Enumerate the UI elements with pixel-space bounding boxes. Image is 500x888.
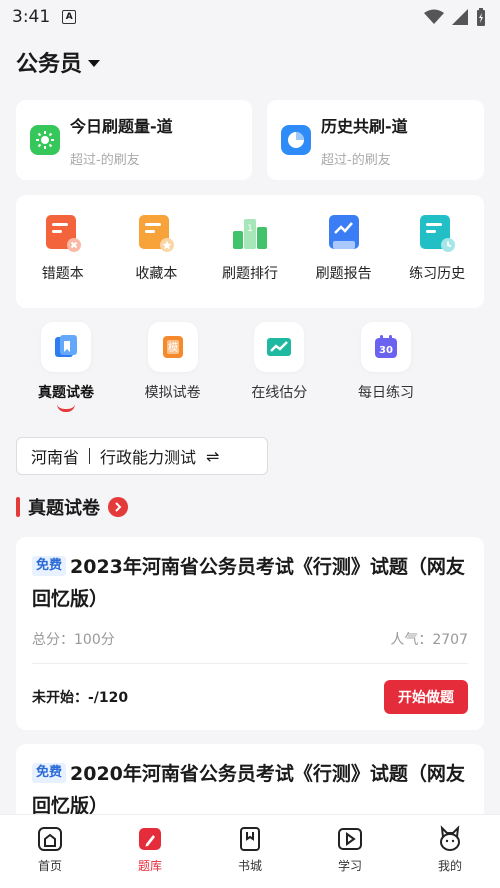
notification-a-icon: A	[62, 10, 77, 24]
active-indicator	[57, 404, 75, 412]
tab-score-estimate[interactable]: 在线估分	[229, 322, 329, 412]
svg-text:模: 模	[168, 342, 178, 354]
ranking-icon: 1	[232, 219, 267, 249]
tab-mock-exam[interactable]: 模 模拟试卷	[123, 322, 223, 412]
daily-practice-icon: 30	[360, 322, 411, 372]
progress-text: 未开始：-/120	[32, 690, 129, 706]
status-time: 3:41	[12, 7, 51, 27]
daily-badge: 30	[379, 345, 393, 356]
start-practice-button[interactable]: 开始做题	[384, 680, 468, 714]
real-exam-icon	[41, 322, 91, 372]
paper-title-text: 2020年河南省公务员考试《行测》试题（网友回忆版）	[32, 763, 465, 817]
sun-icon	[30, 125, 60, 155]
tab-real-exam[interactable]: 真题试卷	[16, 322, 116, 412]
popularity: 人气：2707	[390, 632, 468, 648]
battery-icon	[477, 8, 485, 26]
exam-type-selector[interactable]: 公务员	[16, 46, 101, 78]
tool-label: 练习历史	[409, 266, 466, 282]
today-stat-title: 今日刷题量-道	[70, 116, 173, 136]
divider	[89, 448, 91, 464]
history-stat-sub: 超过-的刷友	[321, 152, 391, 168]
tool-report[interactable]: 刷题报告	[299, 213, 389, 283]
free-tag: 免费	[32, 762, 67, 783]
history-icon	[420, 215, 456, 252]
region-subject-selector[interactable]: 河南省 行政能力测试 ⇌	[16, 437, 268, 475]
tab-label: 首页	[37, 859, 62, 873]
tab-label: 书城	[237, 859, 262, 873]
tool-label: 错题本	[41, 266, 84, 282]
tab-profile[interactable]: 我的	[410, 825, 490, 888]
cat-label: 在线估分	[251, 385, 308, 401]
chevron-right-icon	[108, 497, 128, 517]
favorite-book-icon	[139, 215, 175, 252]
today-stat-card[interactable]: 今日刷题量-道 超过-的刷友	[16, 100, 252, 180]
swap-icon: ⇌	[206, 446, 220, 466]
tool-ranking[interactable]: 1 刷题排行	[205, 213, 295, 283]
tab-label: 学习	[337, 859, 362, 873]
mock-exam-icon: 模	[147, 322, 198, 372]
status-bar: 3:41 A	[0, 0, 500, 34]
history-stat-title: 历史共刷-道	[321, 116, 408, 136]
page-title: 公务员	[16, 52, 83, 77]
caret-down-icon	[88, 59, 101, 67]
question-bank-icon	[139, 828, 161, 850]
wifi-icon	[424, 9, 444, 24]
province-label: 河南省	[31, 448, 80, 467]
today-stat-sub: 超过-的刷友	[70, 152, 140, 168]
svg-text:1: 1	[247, 224, 253, 234]
total-score: 总分：100分	[32, 632, 115, 648]
tool-label: 刷题排行	[221, 266, 278, 282]
signal-icon	[452, 9, 468, 25]
section-header[interactable]: 真题试卷	[16, 494, 128, 520]
tool-label: 刷题报告	[315, 266, 372, 282]
cat-label: 模拟试卷	[144, 385, 201, 401]
paper-footer: 未开始：-/120 开始做题	[32, 680, 468, 714]
tab-label: 题库	[137, 859, 162, 873]
section-title: 真题试卷	[28, 498, 100, 519]
paper-title-text: 2023年河南省公务员考试《行测》试题（网友回忆版）	[32, 556, 465, 610]
score-estimate-icon	[254, 322, 305, 372]
bottom-tab-bar: 首页 题库 书城 学习 我的	[0, 814, 500, 888]
tab-daily-practice[interactable]: 30 每日练习	[336, 322, 436, 412]
tool-history[interactable]: 练习历史	[392, 213, 482, 283]
tool-favorite-book[interactable]: 收藏本	[111, 213, 201, 283]
tab-question-bank[interactable]: 题库	[110, 825, 190, 888]
cat-label: 每日练习	[357, 385, 414, 401]
tool-label: 收藏本	[135, 266, 178, 282]
bookstore-icon	[240, 827, 260, 851]
paper-card[interactable]: 免费 2023年河南省公务员考试《行测》试题（网友回忆版） 总分：100分 人气：…	[16, 537, 484, 730]
wrong-book-icon	[45, 215, 81, 252]
subject-label: 行政能力测试	[100, 448, 197, 467]
history-stat-card[interactable]: 历史共刷-道 超过-的刷友	[267, 100, 484, 180]
profile-rabbit-icon	[440, 825, 460, 851]
study-play-icon	[338, 828, 362, 850]
tab-home[interactable]: 首页	[10, 825, 90, 888]
status-icons	[424, 8, 486, 26]
tools-card: 错题本 收藏本 1 刷题排行 刷题报告 练习历史	[16, 195, 484, 308]
pie-chart-icon	[281, 125, 311, 155]
report-icon	[328, 215, 359, 249]
category-row: 真题试卷 模 模拟试卷 在线估分 30 每日练习	[16, 322, 436, 412]
home-icon	[38, 827, 62, 851]
cat-label: 真题试卷	[38, 385, 94, 401]
divider	[32, 663, 468, 664]
paper-title: 免费 2023年河南省公务员考试《行测》试题（网友回忆版）	[32, 551, 468, 615]
tab-bookstore[interactable]: 书城	[210, 825, 290, 888]
section-accent-bar	[16, 497, 20, 517]
free-tag: 免费	[32, 555, 67, 576]
tab-label: 我的	[437, 859, 462, 873]
paper-card[interactable]: 免费 2020年河南省公务员考试《行测》试题（网友回忆版）	[16, 744, 484, 824]
tool-wrong-book[interactable]: 错题本	[18, 213, 108, 283]
paper-title: 免费 2020年河南省公务员考试《行测》试题（网友回忆版）	[32, 758, 468, 822]
tab-study[interactable]: 学习	[310, 825, 390, 888]
paper-meta: 总分：100分 人气：2707	[32, 629, 468, 649]
